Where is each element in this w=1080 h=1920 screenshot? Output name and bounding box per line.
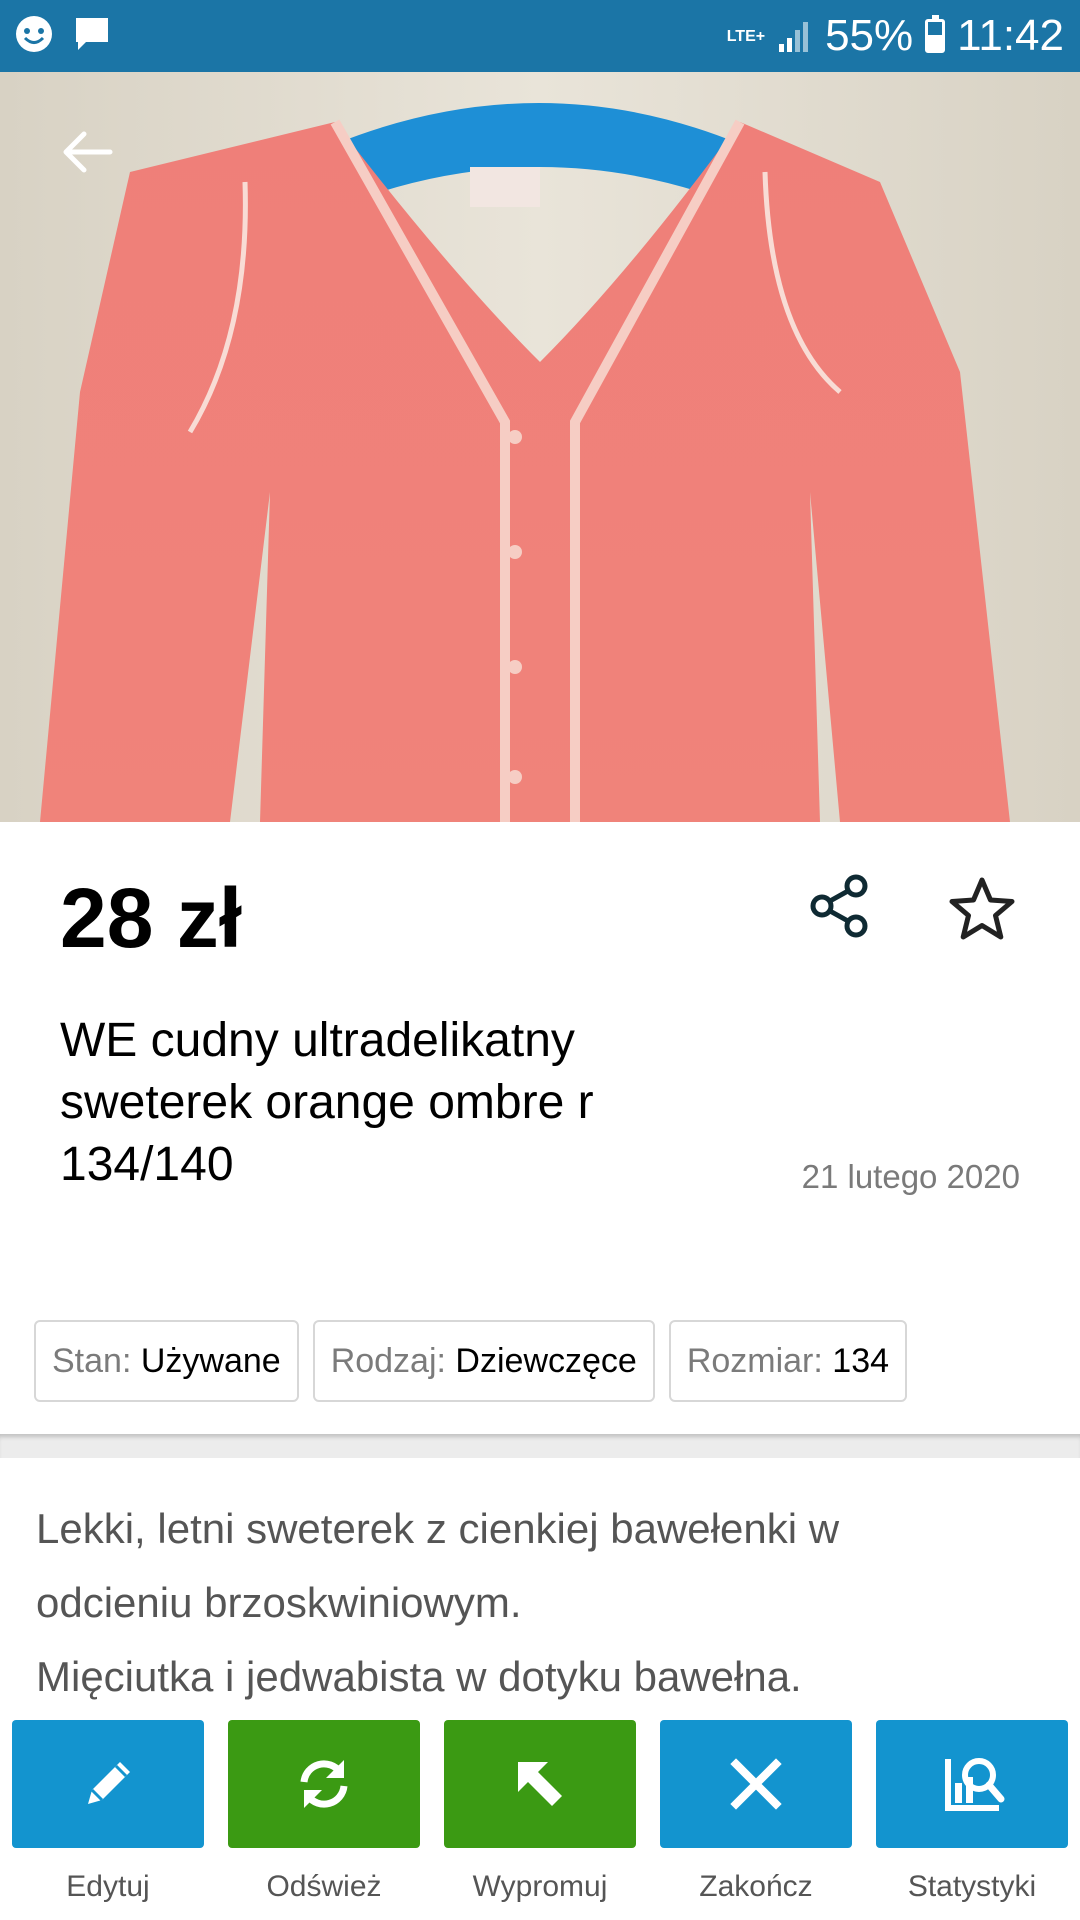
- chip-value: Używane: [140, 1341, 281, 1380]
- listing-photo[interactable]: [0, 72, 1080, 822]
- battery-icon: [925, 15, 946, 53]
- back-arrow-icon[interactable]: [56, 122, 116, 182]
- edit-label: Edytuj: [66, 1870, 150, 1903]
- statistics-label: Statystyki: [907, 1870, 1037, 1903]
- end-listing-button[interactable]: Zakończ: [660, 1720, 852, 1904]
- edit-button[interactable]: Edytuj: [12, 1720, 204, 1904]
- promote-label: Wypromuj: [472, 1870, 608, 1903]
- chip-value: 134: [832, 1341, 890, 1380]
- share-icon[interactable]: [808, 874, 872, 938]
- price: 28 zł: [60, 871, 243, 965]
- chip-size: Rozmiar: 134: [668, 1320, 908, 1402]
- stats-icon: [945, 1758, 1005, 1811]
- refresh-button-tile[interactable]: [228, 1720, 420, 1848]
- signal-icon: [779, 22, 809, 52]
- listing-title: WE cudny ultradelikatny sweterek orange …: [60, 1014, 594, 1191]
- app-smiley-icon: [16, 16, 52, 52]
- promote-button-tile[interactable]: [444, 1720, 636, 1848]
- description-line: odcieniu brzoskwiniowym.: [36, 1579, 522, 1626]
- sweater-image: [40, 103, 1010, 822]
- close-icon: [730, 1758, 782, 1810]
- chip-condition: Stan: Używane: [34, 1320, 299, 1402]
- statistics-button-tile[interactable]: [876, 1720, 1068, 1848]
- end-listing-label: Zakończ: [699, 1870, 813, 1903]
- section-divider: [0, 1434, 1080, 1458]
- battery-percent: 55%: [825, 11, 914, 60]
- chip-key: Rodzaj:: [330, 1341, 446, 1380]
- edit-button-tile[interactable]: [12, 1720, 204, 1848]
- refresh-icon: [300, 1760, 348, 1808]
- arrow-up-left-icon: [518, 1762, 562, 1806]
- network-type: LTE+: [726, 27, 766, 45]
- promote-button[interactable]: Wypromuj: [444, 1720, 636, 1904]
- chip-key: Stan:: [52, 1341, 132, 1380]
- clock: 11:42: [957, 11, 1064, 60]
- status-bar: LTE+ 55% 11:42: [0, 0, 1080, 72]
- favorite-star-icon[interactable]: [946, 874, 1018, 946]
- chip-type: Rodzaj: Dziewczęce: [312, 1320, 655, 1402]
- pencil-icon: [88, 1762, 130, 1804]
- chip-value: Dziewczęce: [455, 1341, 637, 1380]
- refresh-label: Odśwież: [266, 1870, 382, 1903]
- statistics-button[interactable]: Statystyki: [876, 1720, 1068, 1904]
- listing-date: 21 lutego 2020: [801, 1158, 1020, 1195]
- message-icon: [76, 18, 108, 50]
- description: Lekki, letni sweterek z cienkiej bawełen…: [36, 1492, 1046, 1714]
- refresh-button[interactable]: Odśwież: [228, 1720, 420, 1904]
- attribute-chips: Stan: Używane Rodzaj: Dziewczęce Rozmiar…: [34, 1320, 908, 1402]
- description-line: Lekki, letni sweterek z cienkiej bawełen…: [36, 1505, 840, 1552]
- action-bar: Edytuj Odśwież Wypromuj Zakończ Statysty…: [0, 1700, 1080, 1920]
- end-listing-button-tile[interactable]: [660, 1720, 852, 1848]
- chip-key: Rozmiar:: [686, 1341, 823, 1380]
